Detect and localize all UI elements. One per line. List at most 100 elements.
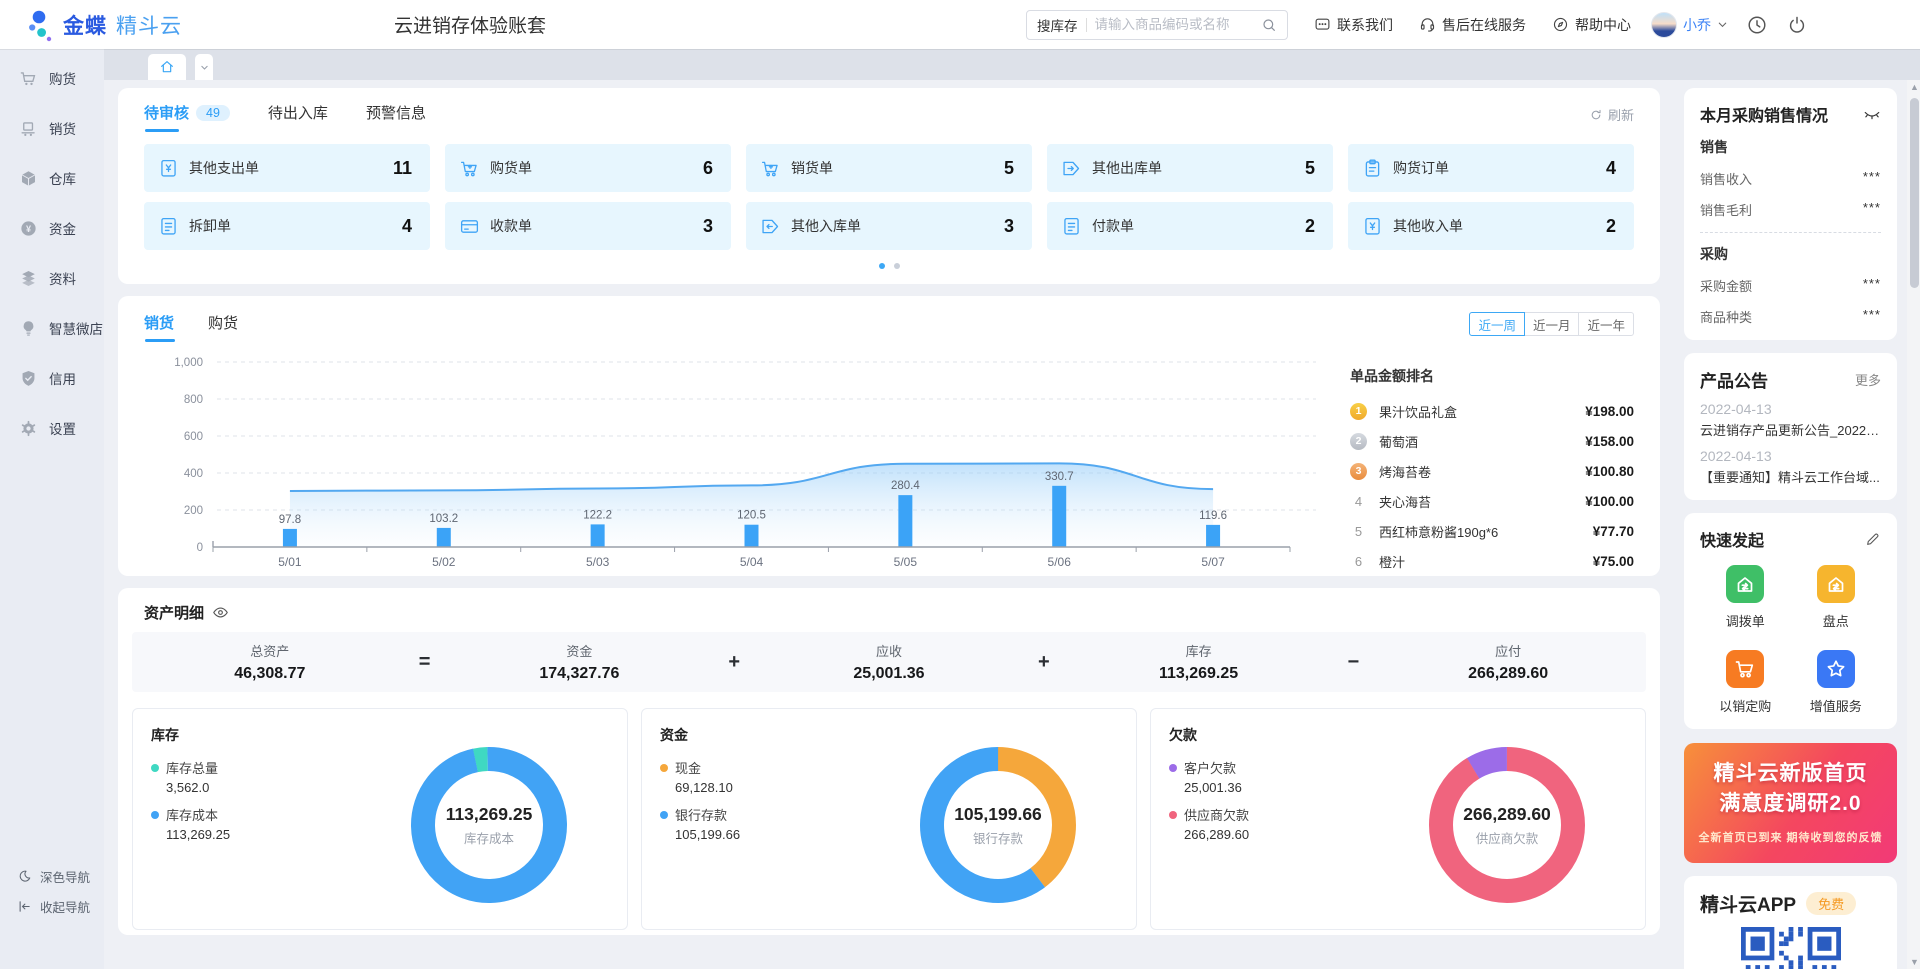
app-title: 精斗云APP <box>1700 890 1796 917</box>
eye-closed-icon[interactable] <box>1863 105 1881 123</box>
sidebar-item-label: 资金 <box>49 218 76 238</box>
todo-card-purchase-po[interactable]: 购货订单4 <box>1348 144 1634 192</box>
dark-nav-toggle[interactable]: 深色导航 <box>0 861 104 891</box>
svg-text:5/02: 5/02 <box>432 555 456 569</box>
todo-card-other-income[interactable]: 其他收入单2 <box>1348 202 1634 250</box>
eye-icon[interactable] <box>212 604 229 621</box>
vertical-scrollbar[interactable]: ▲ ▼ <box>1907 80 1920 969</box>
announcement-item[interactable]: 2022-04-13 【重要通知】精斗云工作台域... <box>1700 448 1881 486</box>
search-scope-selector[interactable]: 搜库存 <box>1037 15 1078 35</box>
todo-card-purchase-order[interactable]: 购货单6 <box>445 144 731 192</box>
tab-sales[interactable]: 销货 <box>144 312 174 342</box>
scroll-up-arrow[interactable]: ▲ <box>1910 80 1919 94</box>
sidebar-item-funds[interactable]: ¥ 资金 <box>0 203 104 253</box>
home-tab[interactable] <box>148 54 186 80</box>
sales-trend-chart: 02004006008001,00097.8103.2122.2120.5280… <box>144 342 1324 572</box>
range-month-button[interactable]: 近一月 <box>1524 312 1580 336</box>
range-week-button[interactable]: 近一周 <box>1469 312 1525 336</box>
layers-icon <box>19 269 38 288</box>
power-icon[interactable] <box>1786 14 1808 36</box>
svg-text:5/07: 5/07 <box>1201 555 1225 569</box>
quick-action-transfer[interactable]: 调拨单 <box>1726 565 1765 630</box>
cart-icon <box>459 158 480 179</box>
todo-card-payment[interactable]: 付款单2 <box>1047 202 1333 250</box>
svg-text:1,000: 1,000 <box>174 357 203 369</box>
todo-card-disassembly[interactable]: 拆卸单4 <box>144 202 430 250</box>
shield-check-icon <box>19 369 38 388</box>
legend-dot <box>151 764 159 772</box>
history-icon[interactable] <box>1746 14 1768 36</box>
assets-panel: 资产明细 总资产46,308.77 = 资金174,327.76 + 应收25,… <box>118 588 1660 935</box>
todo-card-other-outbound[interactable]: 其他出库单5 <box>1047 144 1333 192</box>
sidebar-item-label: 智慧微店 <box>49 318 103 338</box>
tab-pending-audit[interactable]: 待审核49 <box>144 102 230 132</box>
topbar: 金蝶 精斗云 云进销存体验账套 搜库存 联系我们 售后在线服务 帮助中心 小乔 <box>0 0 1920 49</box>
tab-list-dropdown[interactable] <box>195 54 213 80</box>
brand-logo[interactable]: 金蝶 精斗云 <box>28 8 182 42</box>
scroll-down-arrow[interactable]: ▼ <box>1910 955 1919 969</box>
search-input[interactable] <box>1095 17 1254 32</box>
pencil-icon[interactable] <box>1865 531 1881 547</box>
sidebar-item-warehouse[interactable]: 仓库 <box>0 153 104 203</box>
legend-dot <box>1169 764 1177 772</box>
sidebar-item-label: 资料 <box>49 268 76 288</box>
handtruck-icon <box>19 119 38 138</box>
sidebar-item-data[interactable]: 资料 <box>0 253 104 303</box>
avatar <box>1651 12 1677 38</box>
rank-number: 4 <box>1350 494 1367 509</box>
tab-pending-inout[interactable]: 待出入库 <box>268 102 328 132</box>
sidebar-item-smart-store[interactable]: 智慧微店 <box>0 303 104 353</box>
cart-icon <box>760 158 781 179</box>
help-center-link[interactable]: 帮助中心 <box>1552 15 1631 35</box>
bulb-icon <box>19 319 38 338</box>
svg-text:5/05: 5/05 <box>894 555 918 569</box>
total-assets: 总资产46,308.77 <box>132 641 408 683</box>
sidebar-item-settings[interactable]: 设置 <box>0 403 104 453</box>
operator-plus: + <box>717 651 751 674</box>
ranking-row[interactable]: 3烤海苔卷¥100.80 <box>1350 456 1634 486</box>
svg-text:5/06: 5/06 <box>1048 555 1072 569</box>
search-box[interactable]: 搜库存 <box>1026 10 1288 40</box>
sidebar-item-sales[interactable]: 销货 <box>0 103 104 153</box>
gold-medal-icon: 1 <box>1350 403 1367 420</box>
tab-warning-info[interactable]: 预警信息 <box>366 102 426 132</box>
user-menu[interactable]: 小乔 <box>1651 12 1728 38</box>
todo-card-other-expense[interactable]: 其他支出单11 <box>144 144 430 192</box>
sidebar-item-label: 销货 <box>49 118 76 138</box>
ranking-row[interactable]: 2葡萄酒¥158.00 <box>1350 426 1634 456</box>
operator-equals: = <box>408 651 442 674</box>
tab-purchase[interactable]: 购货 <box>208 312 238 342</box>
contact-us-label: 联系我们 <box>1337 15 1393 35</box>
ranking-row[interactable]: 5西红柿意粉酱190g*6¥77.70 <box>1350 516 1634 546</box>
quick-action-value-added[interactable]: 增值服务 <box>1810 650 1862 715</box>
range-year-button[interactable]: 近一年 <box>1578 312 1634 336</box>
more-link[interactable]: 更多 <box>1855 370 1881 389</box>
ranking-row[interactable]: 1果汁饮品礼盒¥198.00 <box>1350 396 1634 426</box>
scrollbar-thumb[interactable] <box>1910 98 1919 288</box>
clipboard-icon <box>1362 158 1383 179</box>
quick-action-stocktake[interactable]: 盘点 <box>1817 565 1855 630</box>
contact-us-link[interactable]: 联系我们 <box>1314 15 1393 35</box>
silver-medal-icon: 2 <box>1350 433 1367 450</box>
sidebar-item-purchase[interactable]: 购货 <box>0 53 104 103</box>
stat-row: 采购金额*** <box>1700 276 1881 295</box>
survey-banner[interactable]: 精斗云新版首页 满意度调研2.0 全新首页已到来 期待收到您的反馈 <box>1684 743 1897 863</box>
ranking-row[interactable]: 6橙汁¥75.00 <box>1350 546 1634 576</box>
collapse-nav-button[interactable]: 收起导航 <box>0 891 104 921</box>
svg-text:97.8: 97.8 <box>279 514 301 526</box>
todo-card-sales-order[interactable]: 销货单5 <box>746 144 1032 192</box>
quick-action-sell-to-buy[interactable]: 以销定购 <box>1719 650 1771 715</box>
search-icon[interactable] <box>1261 17 1277 33</box>
sidebar-item-credit[interactable]: 信用 <box>0 353 104 403</box>
ranking-row[interactable]: 4夹心海苔¥100.00 <box>1350 486 1634 516</box>
funds-donut-chart: 105,199.66银行存款 <box>906 733 1090 917</box>
after-sales-service-link[interactable]: 售后在线服务 <box>1419 15 1526 35</box>
pagination-dot-1[interactable] <box>879 263 885 269</box>
pagination-dot-2[interactable] <box>894 263 900 269</box>
todo-card-other-inbound[interactable]: 其他入库单3 <box>746 202 1032 250</box>
refresh-button[interactable]: 刷新 <box>1589 102 1634 124</box>
user-name: 小乔 <box>1683 15 1711 35</box>
todo-card-receipt[interactable]: 收款单3 <box>445 202 731 250</box>
banner-line2: 满意度调研2.0 <box>1684 789 1897 819</box>
announcement-item[interactable]: 2022-04-13 云进销存产品更新公告_20220... <box>1700 401 1881 439</box>
